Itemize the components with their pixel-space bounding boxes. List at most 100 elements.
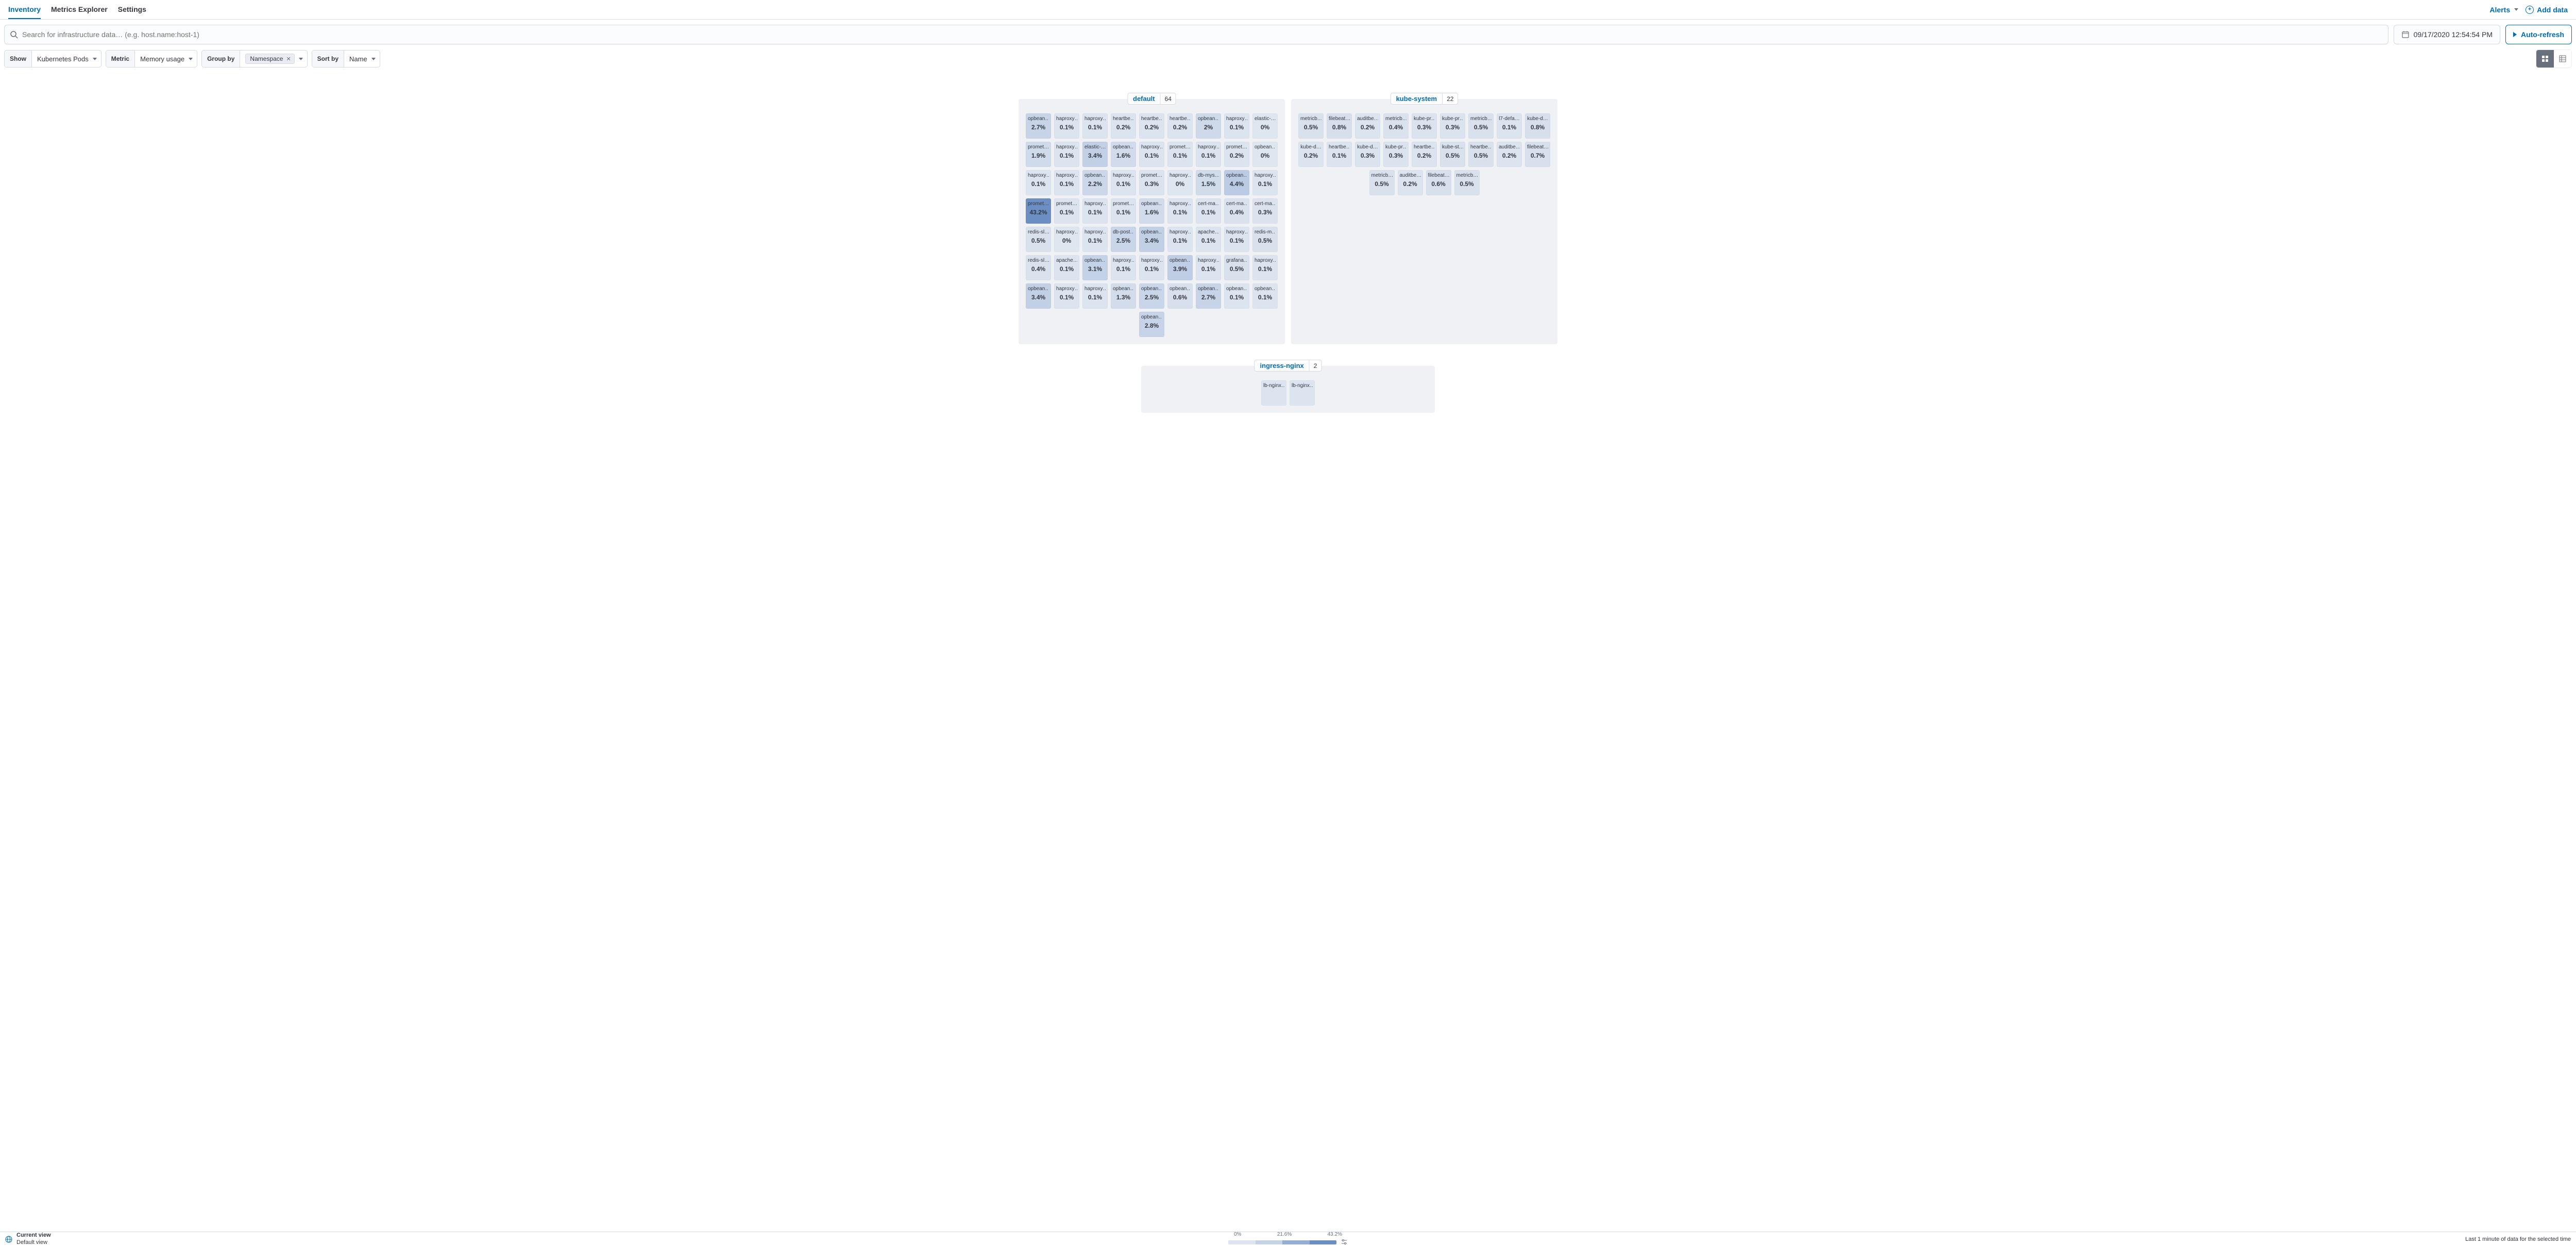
pod-tile[interactable]: opbean…2.5% [1139,283,1164,309]
pod-tile[interactable]: filebeat…0.7% [1525,142,1550,167]
pod-tile[interactable]: haproxy…0.1% [1054,283,1079,309]
add-data-button[interactable]: + Add data [2526,6,2568,14]
pod-tile[interactable]: filebeat…0.6% [1426,170,1451,195]
pod-tile[interactable]: kube-pr…0.3% [1412,113,1437,139]
auto-refresh-button[interactable]: Auto-refresh [2505,25,2572,44]
table-view-button[interactable] [2554,50,2571,68]
pod-tile[interactable]: haproxy…0.1% [1252,255,1278,280]
search-input[interactable] [22,30,2383,39]
pod-tile[interactable]: haproxy…0.1% [1111,255,1136,280]
pod-tile[interactable]: opbean…3.1% [1082,255,1108,280]
pod-tile[interactable]: opbean…3.9% [1167,255,1193,280]
pod-tile[interactable]: opbean…2.2% [1082,170,1108,195]
pod-tile[interactable]: haproxy…0.1% [1224,113,1249,139]
pod-tile[interactable]: haproxy…0.1% [1082,283,1108,309]
pod-tile[interactable]: redis-sl…0.5% [1026,227,1051,252]
pod-tile[interactable]: haproxy…0.1% [1054,113,1079,139]
pod-tile[interactable]: haproxy…0.1% [1082,113,1108,139]
pod-tile[interactable]: opbean…2.7% [1196,283,1221,309]
pod-tile[interactable]: haproxy…0.1% [1111,170,1136,195]
pod-tile[interactable]: cert-ma…0.3% [1252,198,1278,224]
pod-tile[interactable]: haproxy…0.1% [1139,255,1164,280]
grid-view-button[interactable] [2536,50,2554,68]
pod-tile[interactable]: heartbe…0.1% [1327,142,1352,167]
pod-tile[interactable]: grafana…0.5% [1224,255,1249,280]
pod-tile[interactable]: opbean…1.6% [1139,198,1164,224]
alerts-dropdown[interactable]: Alerts [2489,6,2518,14]
pod-tile[interactable]: db-post…2.5% [1111,227,1136,252]
pod-tile[interactable]: promet…43.2% [1026,198,1051,224]
pod-tile[interactable]: kube-d…0.3% [1355,142,1380,167]
pod-tile[interactable]: lb-nginx… [1261,380,1286,406]
pod-tile[interactable]: haproxy…0.1% [1082,198,1108,224]
pod-tile[interactable]: cert-ma…0.1% [1196,198,1221,224]
pod-tile[interactable]: haproxy…0.1% [1054,170,1079,195]
pod-tile[interactable]: kube-pr…0.3% [1440,113,1465,139]
pod-tile[interactable]: haproxy…0% [1054,227,1079,252]
pod-tile[interactable]: promet…0.1% [1167,142,1193,167]
pod-tile[interactable]: kube-pr…0.3% [1383,142,1409,167]
pod-tile[interactable]: opbean…1.3% [1111,283,1136,309]
current-view[interactable]: Current view Default view [16,1232,51,1245]
pod-tile[interactable]: auditbe…0.2% [1355,113,1380,139]
tab-metrics-explorer[interactable]: Metrics Explorer [51,0,108,19]
pod-tile[interactable]: elastic-…0% [1252,113,1278,139]
pod-tile[interactable]: opbean…3.4% [1139,227,1164,252]
pod-tile[interactable]: haproxy…0.1% [1167,227,1193,252]
sortby-selector[interactable]: Name [344,50,380,67]
pod-tile[interactable]: kube-st…0.5% [1440,142,1465,167]
pod-tile[interactable]: kube-d…0.2% [1298,142,1324,167]
pod-tile[interactable]: auditbe…0.2% [1398,170,1423,195]
group-name-link[interactable]: kube-system [1391,93,1443,104]
pod-tile[interactable]: metricb…0.5% [1369,170,1395,195]
pod-tile[interactable]: promet…0.2% [1224,142,1249,167]
pod-tile[interactable]: opbean…0% [1252,142,1278,167]
pod-tile[interactable]: elastic-…3.4% [1082,142,1108,167]
pod-tile[interactable]: haproxy…0.1% [1224,227,1249,252]
pod-tile[interactable]: opbean…0.1% [1252,283,1278,309]
pod-tile[interactable]: haproxy…0.1% [1054,142,1079,167]
pod-tile[interactable]: promet…0.1% [1111,198,1136,224]
pod-tile[interactable]: lb-nginx… [1290,380,1315,406]
tab-inventory[interactable]: Inventory [8,0,41,19]
pod-tile[interactable]: heartbe…0.2% [1167,113,1193,139]
group-name-link[interactable]: default [1128,93,1161,104]
pod-tile[interactable]: redis-sl…0.4% [1026,255,1051,280]
pod-tile[interactable]: cert-ma…0.4% [1224,198,1249,224]
pod-tile[interactable]: promet…0.3% [1139,170,1164,195]
pod-tile[interactable]: metricb…0.4% [1383,113,1409,139]
date-picker[interactable]: 09/17/2020 12:54:54 PM [2394,25,2500,44]
pod-tile[interactable]: heartbe…0.2% [1111,113,1136,139]
pod-tile[interactable]: promet…0.1% [1054,198,1079,224]
pod-tile[interactable]: opbean…4.4% [1224,170,1249,195]
pod-tile[interactable]: kube-d…0.8% [1525,113,1550,139]
groupby-selector[interactable]: Namespace✕ [240,50,307,67]
pod-tile[interactable]: haproxy…0% [1167,170,1193,195]
group-name-link[interactable]: ingress-nginx [1255,360,1310,371]
pod-tile[interactable]: heartbe…0.2% [1139,113,1164,139]
close-icon[interactable]: ✕ [286,56,291,62]
pod-tile[interactable]: haproxy…0.1% [1252,170,1278,195]
pod-tile[interactable]: filebeat…0.8% [1327,113,1352,139]
pod-tile[interactable]: haproxy…0.1% [1167,198,1193,224]
pod-tile[interactable]: opbean…2.7% [1026,113,1051,139]
pod-tile[interactable]: l7-defa…0.1% [1497,113,1522,139]
pod-tile[interactable]: auditbe…0.2% [1497,142,1522,167]
pod-tile[interactable]: haproxy…0.1% [1196,255,1221,280]
pod-tile[interactable]: haproxy…0.1% [1139,142,1164,167]
show-selector[interactable]: Kubernetes Pods [32,50,101,67]
pod-tile[interactable]: opbean…2.8% [1139,312,1164,337]
tab-settings[interactable]: Settings [118,0,146,19]
pod-tile[interactable]: opbean…2% [1196,113,1221,139]
pod-tile[interactable]: haproxy…0.1% [1026,170,1051,195]
pod-tile[interactable]: opbean…0.6% [1167,283,1193,309]
pod-tile[interactable]: haproxy…0.1% [1196,142,1221,167]
globe-icon[interactable] [5,1236,12,1243]
pod-tile[interactable]: opbean…0.1% [1224,283,1249,309]
pod-tile[interactable]: redis-m…0.5% [1252,227,1278,252]
pod-tile[interactable]: opbean…1.6% [1111,142,1136,167]
metric-selector[interactable]: Memory usage [135,50,197,67]
pod-tile[interactable]: opbean…3.4% [1026,283,1051,309]
pod-tile[interactable]: metricb…0.5% [1468,113,1494,139]
pod-tile[interactable]: metricb…0.5% [1298,113,1324,139]
